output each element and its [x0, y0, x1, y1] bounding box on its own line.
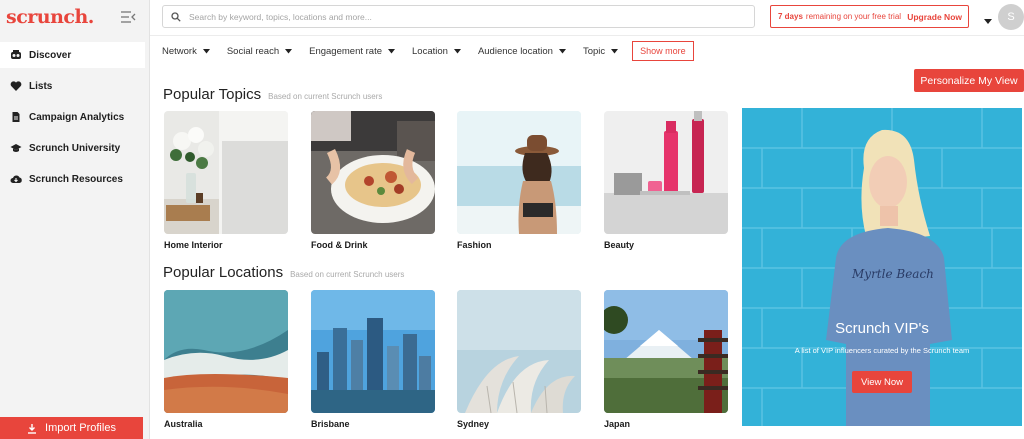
upgrade-now-button[interactable]: Upgrade Now: [907, 12, 962, 22]
top-bar: 7 days remaining on your free trial Upgr…: [150, 0, 1024, 36]
section-subtitle: Based on current Scrunch users: [268, 92, 383, 101]
topic-card-food-drink[interactable]: Food & Drink: [311, 111, 435, 250]
sidebar-item-label: Scrunch University: [29, 142, 121, 154]
card-caption: Sydney: [457, 419, 490, 429]
brisbane-image: [311, 290, 435, 413]
personalize-my-view-button[interactable]: Personalize My View: [914, 69, 1024, 92]
collapse-menu-icon[interactable]: [120, 10, 136, 24]
caret-down-icon: [558, 48, 566, 53]
filter-network[interactable]: Network: [162, 46, 210, 57]
location-card-brisbane[interactable]: Brisbane: [311, 290, 435, 429]
filter-label: Social reach: [226, 45, 280, 57]
search-input[interactable]: [189, 11, 749, 22]
sidebar-item-scrunch-resources[interactable]: Scrunch Resources: [0, 166, 145, 192]
filter-topic[interactable]: Topic: [582, 45, 619, 57]
filter-engagement-rate[interactable]: Engagement rate: [309, 45, 396, 57]
card-caption: Australia: [164, 419, 203, 429]
sidebar-item-label: Discover: [29, 49, 72, 61]
trial-days: 7 days: [778, 12, 803, 21]
topic-card-home-interior[interactable]: Home Interior: [164, 111, 288, 250]
show-more-button[interactable]: Show more: [632, 41, 694, 61]
card-caption: Home Interior: [164, 240, 223, 250]
filter-audience-location[interactable]: Audience location: [478, 46, 566, 57]
sidebar-item-campaign-analytics[interactable]: Campaign Analytics: [0, 104, 145, 130]
card-caption: Brisbane: [311, 419, 350, 429]
search-icon: [171, 11, 181, 22]
avatar[interactable]: S: [998, 4, 1024, 30]
trial-text: remaining on your free trial: [805, 12, 902, 21]
graduation-cap-icon: [10, 142, 22, 154]
location-card-japan[interactable]: Japan: [604, 290, 728, 429]
japan-image: [604, 290, 728, 413]
filter-social-reach[interactable]: Social reach: [226, 45, 293, 57]
location-card-australia[interactable]: Australia: [164, 290, 288, 429]
import-profiles-label: Import Profiles: [45, 422, 116, 434]
promo-description: A list of VIP influencers curated by the…: [794, 346, 970, 355]
filter-label: Network: [162, 45, 197, 57]
sidebar-item-label: Scrunch Resources: [29, 173, 123, 185]
card-caption: Beauty: [604, 240, 635, 250]
free-trial-banner: 7 days remaining on your free trial Upgr…: [770, 5, 969, 28]
location-card-sydney[interactable]: Sydney: [457, 290, 581, 429]
section-title: Popular Locations: [163, 264, 284, 281]
search-bar[interactable]: [162, 5, 755, 28]
view-now-button[interactable]: View Now: [852, 371, 912, 393]
download-icon: [28, 423, 37, 434]
popular-topics-heading: Popular Topics Based on current Scrunch …: [163, 86, 382, 103]
filter-label: Audience location: [477, 45, 553, 57]
sidebar-nav: Discover Lists Campaign Analytics Scrunc…: [0, 42, 145, 197]
home-interior-image: [164, 111, 288, 234]
caret-down-icon: [285, 48, 293, 53]
discover-icon: [10, 49, 22, 61]
cloud-download-icon: [10, 173, 22, 185]
caret-down-icon: [453, 48, 461, 53]
sidebar-item-discover[interactable]: Discover: [0, 42, 145, 68]
caret-down-icon: [388, 48, 396, 53]
filter-label: Location: [412, 45, 448, 57]
food-drink-image: [311, 111, 435, 234]
import-profiles-button[interactable]: Import Profiles: [0, 417, 143, 439]
sidebar: scrunch. Discover Lists Campaign Analyti…: [0, 0, 150, 439]
card-caption: Fashion: [457, 240, 492, 250]
vip-promo-banner[interactable]: Myrtle Beach Scrunch VIP's A list of VIP…: [742, 108, 1022, 426]
beauty-image: [604, 111, 728, 234]
sidebar-item-label: Campaign Analytics: [29, 111, 125, 123]
app-root: scrunch. Discover Lists Campaign Analyti…: [0, 0, 1024, 439]
filter-label: Topic: [582, 45, 606, 57]
section-subtitle: Based on current Scrunch users: [290, 270, 405, 279]
heart-icon: [10, 80, 22, 92]
fashion-image: [457, 111, 581, 234]
filter-bar: Network Social reach Engagement rate Loc…: [162, 40, 694, 62]
card-caption: Food & Drink: [311, 240, 368, 250]
filter-label: Engagement rate: [309, 45, 383, 57]
svg-text:Myrtle Beach: Myrtle Beach: [851, 267, 934, 281]
australia-image: [164, 290, 288, 413]
section-title: Popular Topics: [163, 86, 262, 103]
account-menu-caret-icon[interactable]: [984, 12, 992, 30]
filter-location[interactable]: Location: [412, 46, 461, 57]
card-caption: Japan: [604, 419, 631, 429]
sydney-image: [457, 290, 581, 413]
topic-card-beauty[interactable]: Beauty: [604, 111, 728, 250]
scrunch-logo[interactable]: scrunch.: [6, 6, 94, 28]
caret-down-icon: [611, 48, 619, 53]
caret-down-icon: [202, 48, 210, 53]
sidebar-item-lists[interactable]: Lists: [0, 73, 145, 99]
sidebar-item-label: Lists: [29, 80, 53, 92]
popular-locations-heading: Popular Locations Based on current Scrun…: [163, 264, 404, 281]
promo-title: Scrunch VIP's: [835, 320, 929, 337]
document-icon: [10, 111, 22, 123]
sidebar-item-scrunch-university[interactable]: Scrunch University: [0, 135, 145, 161]
topic-card-fashion[interactable]: Fashion: [457, 111, 581, 250]
